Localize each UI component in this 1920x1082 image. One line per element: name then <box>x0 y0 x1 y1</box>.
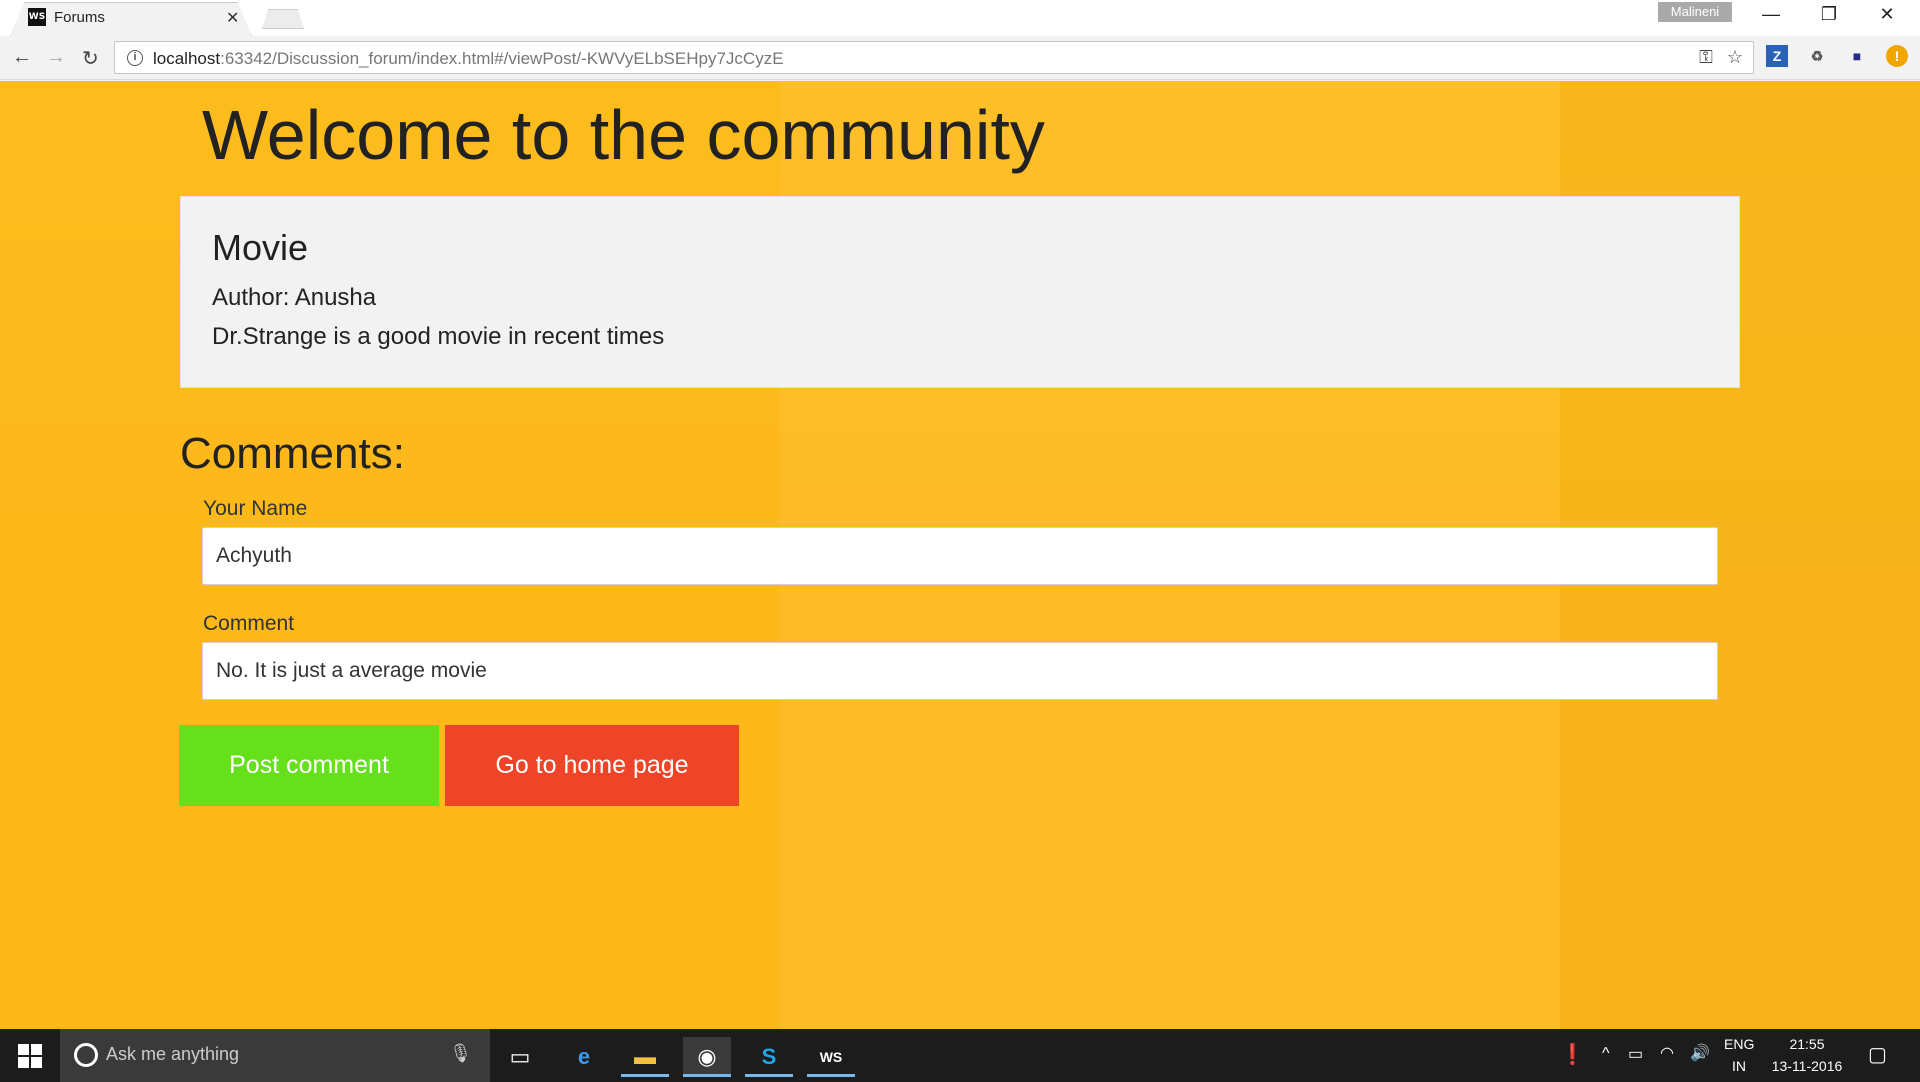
webstorm-icon[interactable]: WS <box>807 1037 855 1077</box>
volume-icon[interactable]: 🔊 <box>1690 1043 1710 1063</box>
chrome-icon[interactable]: ◉ <box>683 1037 731 1077</box>
browser-toolbar: ← → ↻ i localhost:63342/Discussion_forum… <box>0 36 1920 80</box>
file-explorer-icon[interactable]: ▬ <box>621 1037 669 1077</box>
info-icon[interactable]: i <box>127 50 143 66</box>
wifi-icon[interactable]: ◠ <box>1660 1043 1674 1063</box>
close-tab-icon[interactable]: ✕ <box>226 8 239 28</box>
bookmark-star-icon[interactable]: ☆ <box>1727 47 1743 68</box>
edge-browser-icon[interactable]: e <box>560 1037 608 1077</box>
go-home-button[interactable]: Go to home page <box>445 725 739 806</box>
windows-start-icon[interactable] <box>18 1044 42 1068</box>
tab-title: Forums <box>54 8 105 26</box>
comments-heading: Comments: <box>180 429 405 478</box>
forward-icon[interactable]: → <box>46 46 66 69</box>
post-card: Movie Author: Anusha Dr.Strange is a goo… <box>180 196 1740 388</box>
post-author: Author: Anusha <box>212 284 377 311</box>
post-body: Dr.Strange is a good movie in recent tim… <box>212 323 665 350</box>
z-extension-icon[interactable]: Z <box>1766 45 1788 67</box>
webstorm-favicon-icon: WS <box>28 8 46 26</box>
tab-strip: WS Forums ✕ Malineni — ❐ ✕ <box>0 0 1920 36</box>
cortana-icon <box>74 1043 98 1067</box>
recycle-extension-icon[interactable]: ♻ <box>1806 45 1828 67</box>
taskbar: Ask me anything 🎙 ▭ e ▬ ◉ S WS ❗ ^ ▭ ◠ 🔊… <box>0 1029 1920 1082</box>
key-icon[interactable]: ⚿ <box>1699 47 1713 68</box>
post-title: Movie <box>212 227 309 268</box>
action-center-icon[interactable]: ▢ <box>1868 1042 1887 1067</box>
alert-extension-icon[interactable]: ! <box>1886 45 1908 67</box>
comment-label: Comment <box>203 612 295 635</box>
close-window-icon[interactable]: ✕ <box>1864 4 1910 25</box>
profile-badge[interactable]: Malineni <box>1658 2 1732 22</box>
name-input[interactable] <box>202 527 1718 585</box>
restore-icon[interactable]: ❐ <box>1806 4 1852 25</box>
battery-icon[interactable]: ▭ <box>1628 1044 1643 1064</box>
reload-icon[interactable]: ↻ <box>82 46 99 71</box>
url-text[interactable]: localhost:63342/Discussion_forum/index.h… <box>153 49 784 69</box>
show-hidden-icons-icon[interactable]: ^ <box>1602 1045 1610 1063</box>
back-icon[interactable]: ← <box>12 46 32 69</box>
skype-icon[interactable]: S <box>745 1037 793 1077</box>
cortana-search-box[interactable]: Ask me anything 🎙 <box>60 1029 490 1082</box>
new-tab-button[interactable] <box>262 9 304 29</box>
clock[interactable]: 21:55 13-11-2016 <box>1770 1036 1844 1074</box>
language-indicator[interactable]: ENG IN <box>1724 1036 1754 1074</box>
task-view-icon[interactable]: ▭ <box>496 1037 544 1077</box>
page-content: Welcome to the community Movie Author: A… <box>0 81 1920 1029</box>
search-placeholder: Ask me anything <box>106 1044 240 1064</box>
name-label: Your Name <box>203 497 308 520</box>
microphone-icon[interactable]: 🎙 <box>449 1043 472 1064</box>
page-title: Welcome to the community <box>202 96 1045 174</box>
extension-icon[interactable]: ■ <box>1846 45 1868 67</box>
notification-app-icon[interactable]: ❗ <box>1560 1042 1585 1067</box>
minimize-icon[interactable]: — <box>1748 4 1794 25</box>
address-bar[interactable]: i localhost:63342/Discussion_forum/index… <box>114 41 1754 74</box>
post-comment-button[interactable]: Post comment <box>179 725 439 806</box>
comment-input[interactable] <box>202 642 1718 700</box>
browser-tab-content[interactable]: WS Forums <box>28 8 105 26</box>
